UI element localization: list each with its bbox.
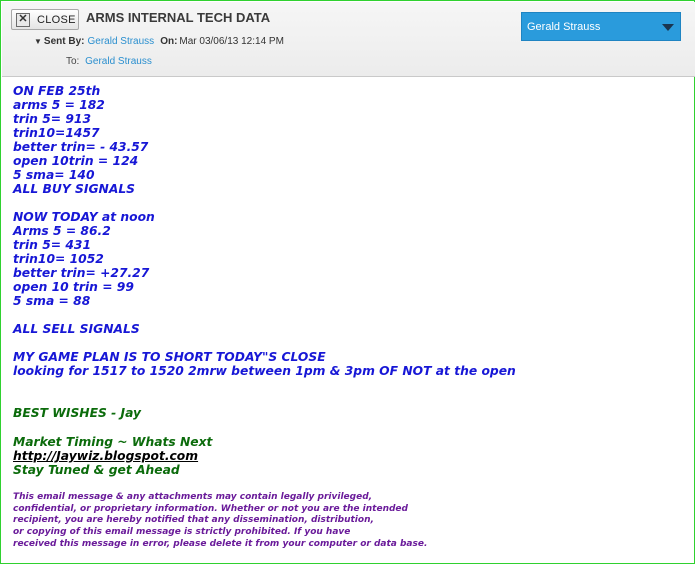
email-window: ✕ CLOSE ARMS INTERNAL TECH DATA Gerald S… [0,0,695,564]
close-label: CLOSE [37,13,76,26]
blog-link[interactable]: http://Jaywiz.blogspot.com [13,449,198,463]
text-line: arms 5 = 182 [13,98,105,112]
text-line: Arms 5 = 86.2 [13,224,111,238]
to-row: To: Gerald Strauss [66,56,152,67]
signature-wishes: BEST WISHES - Jay [13,406,142,420]
text-line: confidential, or proprietary information… [13,503,408,514]
text-line: trin 5= 431 [13,238,92,252]
text-line: This email message & any attachments may… [13,492,373,502]
sent-date: Mar 03/06/13 12:14 PM [179,36,284,47]
close-icon: ✕ [16,12,30,27]
text-line: ALL BUY SIGNALS [13,182,136,196]
text-line: better trin= +27.27 [13,266,150,280]
sent-by-label: Sent By: [43,36,85,47]
email-subject: ARMS INTERNAL TECH DATA [86,10,271,25]
text-line: or copying of this email message is stri… [13,527,351,538]
email-header: ✕ CLOSE ARMS INTERNAL TECH DATA Gerald S… [2,2,695,77]
text-line: ON FEB 25th [13,84,101,98]
text-line: open 10 trin = 99 [13,280,134,294]
text-line: recipient, you are hereby notified that … [13,515,374,526]
user-menu-dropdown[interactable]: Gerald Strauss [521,12,681,41]
to-label: To: [66,56,80,67]
chevron-down-icon [662,24,674,31]
today-block: NOW TODAY at noon Arms 5 = 86.2 trin 5= … [13,210,155,308]
text-line: MY GAME PLAN IS TO SHORT TODAY"S CLOSE [13,350,326,364]
text-line: NOW TODAY at noon [13,210,155,224]
sent-by-row: ▼ Sent By: Gerald Strauss On: Mar 03/06/13 1… [34,36,284,47]
text-line: open 10trin = 124 [13,154,139,168]
text-line: trin10=1457 [13,126,100,140]
text-line: trin10= 1052 [13,252,104,266]
text-line: better trin= - 43.57 [13,140,149,154]
on-label: On: [160,36,178,47]
game-plan-block: MY GAME PLAN IS TO SHORT TODAY"S CLOSE l… [13,350,516,378]
feb-block: ON FEB 25th arms 5 = 182 trin 5= 913 tri… [13,84,148,196]
recipient-link[interactable]: Gerald Strauss [85,56,152,67]
signature-stay-tuned: Stay Tuned & get Ahead [13,463,180,477]
disclaimer-block: This email message & any attachments may… [13,492,427,551]
text-line: received this message in error, please d… [13,538,428,549]
signature-tagline: Market Timing ~ Whats Next [13,435,213,449]
user-menu-label: Gerald Strauss [527,21,601,33]
caret-down-icon[interactable]: ▼ [34,37,42,46]
text-line: 5 sma= 140 [13,168,95,182]
text-line: 5 sma = 88 [13,294,91,308]
text-line: trin 5= 913 [13,112,92,126]
sender-link[interactable]: Gerald Strauss [87,36,154,47]
text-line: looking for 1517 to 1520 2mrw between 1p… [13,364,516,378]
close-button[interactable]: ✕ CLOSE [11,9,79,30]
sell-signals-line: ALL SELL SIGNALS [13,322,140,336]
